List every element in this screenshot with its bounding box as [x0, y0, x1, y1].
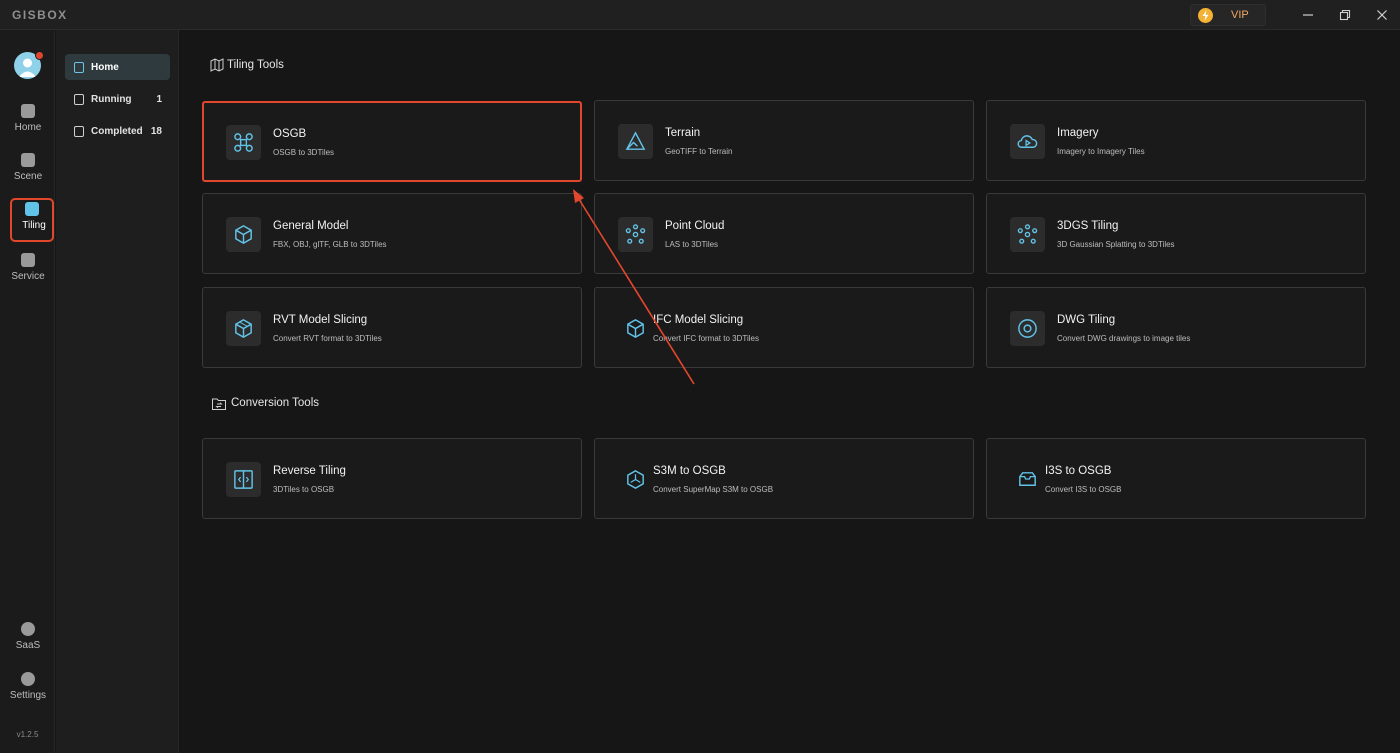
- convert-folder-icon: [211, 396, 227, 412]
- s3m-to-osgb-card[interactable]: S3M to OSGB Convert SuperMap S3M to OSGB: [594, 438, 974, 519]
- card-title: Reverse Tiling: [273, 465, 346, 477]
- card-title: S3M to OSGB: [653, 465, 726, 477]
- restore-icon[interactable]: [1337, 7, 1353, 23]
- rail-item-saas[interactable]: SaaS: [6, 618, 50, 662]
- cloud-play-icon: [1010, 124, 1045, 159]
- box-open-icon: [1010, 462, 1045, 497]
- left-rail: Home Scene Tiling Service SaaS Settings …: [0, 30, 55, 753]
- rail-item-label: Home: [14, 122, 42, 133]
- card-title: General Model: [273, 220, 349, 232]
- tiling-tools-title: Tiling Tools: [227, 59, 284, 71]
- scene-icon: [21, 153, 35, 167]
- app-logo: GISBOX: [12, 8, 68, 22]
- card-title: Terrain: [665, 127, 701, 139]
- nav-item-running[interactable]: Running 1: [65, 86, 170, 112]
- file-icon: [74, 94, 84, 105]
- map-icon: [210, 58, 224, 72]
- file-check-icon: [74, 126, 84, 137]
- rail-item-label: SaaS: [15, 640, 41, 651]
- reverse-icon: [226, 462, 261, 497]
- card-subtitle: GeoTIFF to Terrain: [665, 147, 733, 156]
- card-title: OSGB: [273, 128, 307, 140]
- title-bar: GISBOX VIP: [0, 0, 1400, 30]
- card-title: 3DGS Tiling: [1057, 220, 1119, 232]
- rail-item-label: Scene: [13, 171, 43, 182]
- rail-item-tiling[interactable]: Tiling: [10, 198, 54, 242]
- 3dgs-tiling-card[interactable]: 3DGS Tiling 3D Gaussian Splatting to 3DT…: [986, 193, 1366, 274]
- card-subtitle: Convert I3S to OSGB: [1045, 485, 1122, 494]
- service-icon: [21, 253, 35, 267]
- point-cloud-icon: [618, 217, 653, 252]
- card-subtitle: 3D Gaussian Splatting to 3DTiles: [1057, 240, 1175, 249]
- completed-count: 18: [150, 126, 162, 137]
- osgb-card[interactable]: OSGB OSGB to 3DTiles: [202, 101, 582, 182]
- card-title: I3S to OSGB: [1045, 465, 1112, 477]
- imagery-card[interactable]: Imagery Imagery to Imagery Tiles: [986, 100, 1366, 181]
- rail-item-scene[interactable]: Scene: [6, 149, 50, 193]
- reverse-tiling-card[interactable]: Reverse Tiling 3DTiles to OSGB: [202, 438, 582, 519]
- rvt-cube-icon: [226, 311, 261, 346]
- rail-item-label: Tiling: [22, 220, 46, 231]
- home-icon: [21, 104, 35, 118]
- card-subtitle: Convert SuperMap S3M to OSGB: [653, 485, 774, 494]
- i3s-to-osgb-card[interactable]: I3S to OSGB Convert I3S to OSGB: [986, 438, 1366, 519]
- card-subtitle: OSGB to 3DTiles: [273, 148, 335, 157]
- rvt-model-slicing-card[interactable]: RVT Model Slicing Convert RVT format to …: [202, 287, 582, 368]
- drone-icon: [226, 125, 261, 160]
- card-title: DWG Tiling: [1057, 314, 1116, 326]
- gear-icon: [21, 672, 35, 686]
- notification-badge: [35, 51, 44, 60]
- secondary-nav: Home Running 1 Completed 18: [56, 30, 179, 753]
- ifc-model-slicing-card[interactable]: IFC Model Slicing Convert IFC format to …: [594, 287, 974, 368]
- vip-button[interactable]: VIP: [1190, 4, 1266, 26]
- rail-item-label: Service: [11, 271, 45, 282]
- card-title: Imagery: [1057, 127, 1099, 139]
- nav-item-label: Home: [91, 62, 119, 73]
- rail-item-settings[interactable]: Settings: [6, 668, 50, 712]
- nav-item-label: Completed: [91, 126, 143, 137]
- dwg-circle-icon: [1010, 311, 1045, 346]
- hex-icon: [618, 462, 653, 497]
- version-label: v1.2.5: [16, 730, 39, 739]
- gaussian-icon: [1010, 217, 1045, 252]
- mountain-icon: [618, 124, 653, 159]
- file-icon: [74, 62, 84, 73]
- minimize-icon[interactable]: [1300, 7, 1316, 23]
- conversion-tools-title: Conversion Tools: [231, 397, 320, 409]
- lightning-icon: [1198, 8, 1213, 23]
- nav-item-label: Running: [91, 94, 132, 105]
- nav-item-completed[interactable]: Completed 18: [65, 118, 170, 144]
- card-subtitle: Convert DWG drawings to image tiles: [1057, 334, 1191, 343]
- rail-item-service[interactable]: Service: [6, 249, 50, 293]
- card-subtitle: Imagery to Imagery Tiles: [1057, 147, 1145, 156]
- lock-icon: [21, 622, 35, 636]
- tiling-icon: [25, 202, 39, 216]
- card-title: Point Cloud: [665, 220, 725, 232]
- cube-icon: [226, 217, 261, 252]
- close-icon[interactable]: [1374, 7, 1390, 23]
- running-count: 1: [156, 94, 162, 105]
- nav-item-home[interactable]: Home: [65, 54, 170, 80]
- rail-item-label: Settings: [9, 690, 47, 701]
- card-subtitle: FBX, OBJ, glTF, GLB to 3DTiles: [273, 240, 387, 249]
- card-title: RVT Model Slicing: [273, 314, 368, 326]
- terrain-card[interactable]: Terrain GeoTIFF to Terrain: [594, 100, 974, 181]
- card-subtitle: 3DTiles to OSGB: [273, 485, 335, 494]
- card-subtitle: Convert RVT format to 3DTiles: [273, 334, 382, 343]
- vip-label: VIP: [1231, 9, 1249, 21]
- card-subtitle: Convert IFC format to 3DTiles: [653, 334, 759, 343]
- card-title: IFC Model Slicing: [653, 314, 744, 326]
- point-cloud-card[interactable]: Point Cloud LAS to 3DTiles: [594, 193, 974, 274]
- dwg-tiling-card[interactable]: DWG Tiling Convert DWG drawings to image…: [986, 287, 1366, 368]
- general-model-card[interactable]: General Model FBX, OBJ, glTF, GLB to 3DT…: [202, 193, 582, 274]
- ifc-cube-icon: [618, 311, 653, 346]
- card-subtitle: LAS to 3DTiles: [665, 240, 719, 249]
- rail-item-home[interactable]: Home: [6, 100, 50, 144]
